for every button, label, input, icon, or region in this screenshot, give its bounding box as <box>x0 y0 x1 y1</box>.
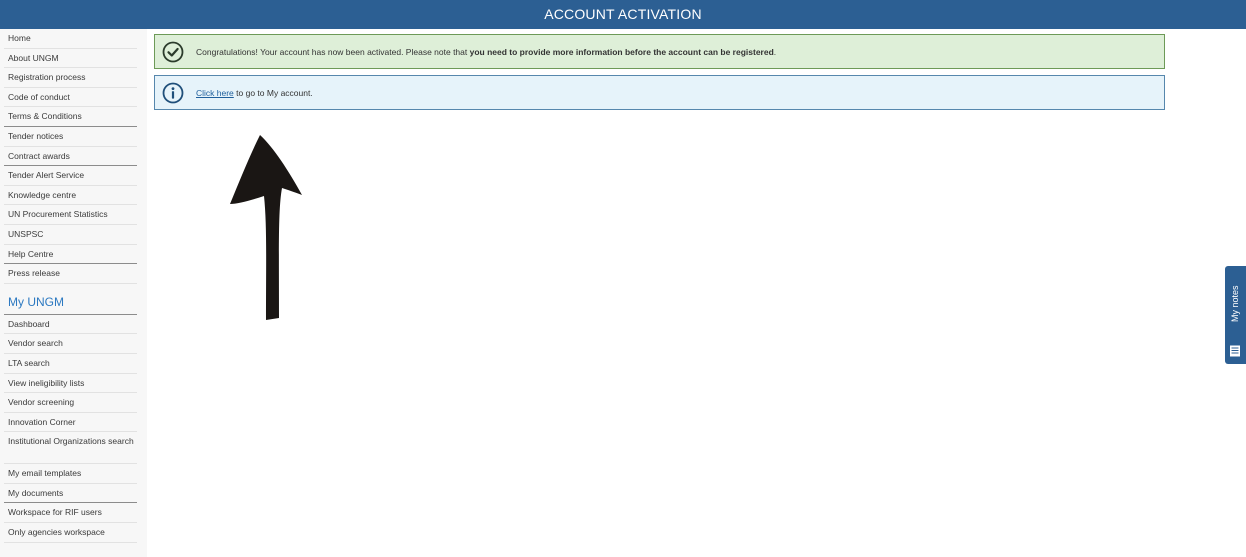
sidebar-item-terms-and-conditions[interactable]: Terms & Conditions <box>4 107 137 127</box>
sidebar-item-contract-awards[interactable]: Contract awards <box>4 147 137 167</box>
sidebar-item-unspsc[interactable]: UNSPSC <box>4 225 137 245</box>
public-nav-list: Home About UNGM Registration process Code o… <box>0 29 147 284</box>
sidebar-item-code-of-conduct[interactable]: Code of conduct <box>4 88 137 108</box>
sidebar-item-workspace-for-rif-users[interactable]: Workspace for RIF users <box>4 503 137 524</box>
success-alert: Congratulations! Your account has now be… <box>154 34 1165 69</box>
sidebar-item-vendor-search[interactable]: Vendor search <box>4 334 137 354</box>
sidebar-item-home[interactable]: Home <box>4 29 137 49</box>
sidebar-item-innovation-corner[interactable]: Innovation Corner <box>4 413 137 433</box>
sidebar-item-tender-notices[interactable]: Tender notices <box>4 127 137 147</box>
my-ungm-heading: My UNGM <box>4 291 137 315</box>
sidebar: Home About UNGM Registration process Code o… <box>0 29 147 557</box>
sidebar-item-only-agencies-workspace[interactable]: Only agencies workspace <box>4 523 137 543</box>
page-header: ACCOUNT ACTIVATION <box>0 0 1246 29</box>
success-message: Congratulations! Your account has now be… <box>196 46 777 57</box>
sidebar-item-help-centre[interactable]: Help Centre <box>4 245 137 265</box>
sidebar-item-knowledge-centre[interactable]: Knowledge centre <box>4 186 137 206</box>
my-account-link[interactable]: Click here <box>196 88 234 98</box>
sidebar-item-my-documents[interactable]: My documents <box>4 484 137 504</box>
hand-drawn-arrow-up-icon <box>230 135 302 320</box>
sidebar-item-my-email-templates[interactable]: My email templates <box>4 464 137 484</box>
sidebar-item-lta-search[interactable]: LTA search <box>4 354 137 374</box>
sidebar-item-vendor-screening[interactable]: Vendor screening <box>4 393 137 413</box>
notes-list-icon <box>1230 345 1240 357</box>
my-ungm-nav-list: Dashboard Vendor search LTA search View ine… <box>0 315 147 543</box>
sidebar-item-un-procurement-statistics[interactable]: UN Procurement Statistics <box>4 205 137 225</box>
success-message-emphasis: you need to provide more information bef… <box>469 46 774 57</box>
sidebar-item-about-ungm[interactable]: About UNGM <box>4 49 137 69</box>
sidebar-item-tender-alert-service[interactable]: Tender Alert Service <box>4 166 137 186</box>
sidebar-item-view-ineligibility-lists[interactable]: View ineligibility lists <box>4 374 137 394</box>
info-message: Click here to go to My account. <box>196 87 313 98</box>
sidebar-item-institutional-organizations-search[interactable]: Institutional Organizations search <box>4 432 137 465</box>
info-alert: Click here to go to My account. <box>154 75 1165 110</box>
info-circle-icon <box>162 82 184 104</box>
sidebar-item-dashboard[interactable]: Dashboard <box>4 315 137 335</box>
my-notes-tab[interactable]: My notes <box>1225 266 1246 364</box>
sidebar-item-registration-process[interactable]: Registration process <box>4 68 137 88</box>
page-title: ACCOUNT ACTIVATION <box>544 6 702 22</box>
sidebar-item-press-release[interactable]: Press release <box>4 264 137 284</box>
check-circle-icon <box>162 41 184 63</box>
my-notes-label: My notes <box>1230 285 1240 323</box>
